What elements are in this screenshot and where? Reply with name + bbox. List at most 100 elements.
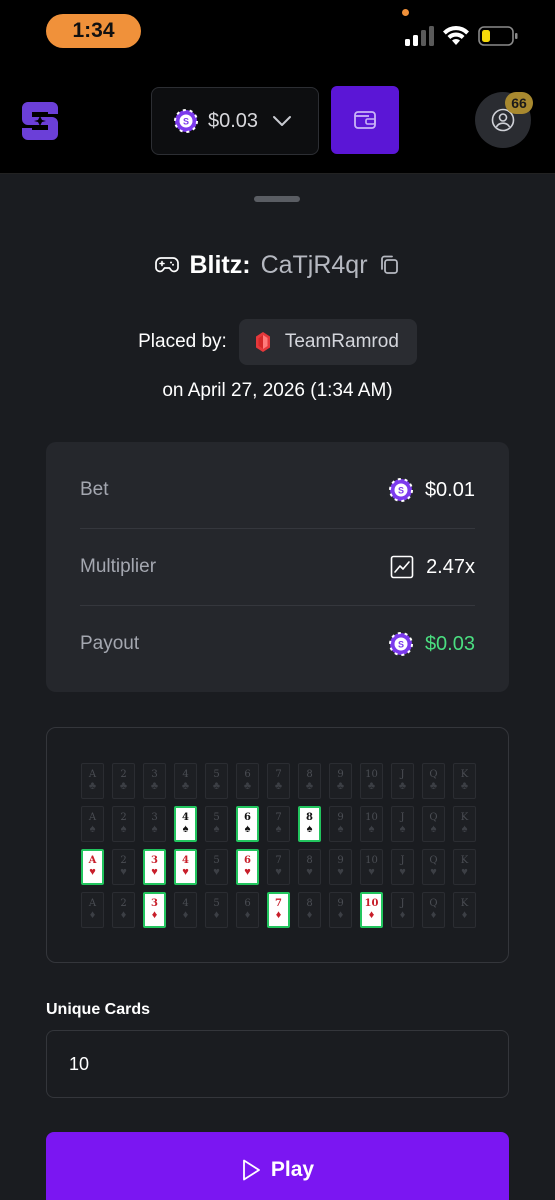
copy-icon[interactable] (378, 254, 400, 276)
card-3-diamonds-selected[interactable]: 3 ♦ (143, 892, 166, 928)
card-a-diamonds[interactable]: A ♦ (81, 892, 104, 928)
card-3-clubs[interactable]: 3 ♣ (143, 763, 166, 799)
stat-row-multiplier: Multiplier 2.47x (80, 529, 475, 605)
card-8-diamonds[interactable]: 8 ♦ (298, 892, 321, 928)
bet-id: CaTjR4qr (260, 250, 368, 279)
gamepad-icon (155, 257, 180, 273)
card-10-diamonds-selected[interactable]: 10 ♦ (360, 892, 383, 928)
card-a-clubs[interactable]: A ♣ (81, 763, 104, 799)
card-j-spades[interactable]: J ♠ (391, 806, 414, 842)
card-rank: 5 (213, 855, 220, 866)
card-8-spades-selected[interactable]: 8 ♠ (298, 806, 321, 842)
card-rank: 8 (306, 898, 313, 909)
card-suit-icon: ♠ (399, 823, 406, 835)
stat-value: 2.47x (426, 555, 475, 578)
card-rank: 4 (182, 812, 189, 823)
card-j-hearts[interactable]: J ♥ (391, 849, 414, 885)
card-8-clubs[interactable]: 8 ♣ (298, 763, 321, 799)
user-chip[interactable]: TeamRamrod (238, 319, 417, 365)
card-5-spades[interactable]: 5 ♠ (205, 806, 228, 842)
card-10-spades[interactable]: 10 ♠ (360, 806, 383, 842)
card-2-diamonds[interactable]: 2 ♦ (112, 892, 135, 928)
card-suit-icon: ♥ (213, 866, 220, 878)
card-10-hearts[interactable]: 10 ♥ (360, 849, 383, 885)
card-4-clubs[interactable]: 4 ♣ (174, 763, 197, 799)
card-4-hearts-selected[interactable]: 4 ♥ (174, 849, 197, 885)
card-rank: 6 (244, 812, 251, 823)
card-suit-icon: ♣ (460, 780, 469, 792)
card-6-diamonds[interactable]: 6 ♦ (236, 892, 259, 928)
card-suit-icon: ♣ (212, 780, 221, 792)
card-rank: J (400, 812, 405, 823)
card-a-hearts-selected[interactable]: A ♥ (81, 849, 104, 885)
card-k-clubs[interactable]: K ♣ (453, 763, 476, 799)
unique-cards-input[interactable] (46, 1030, 509, 1098)
card-3-spades[interactable]: 3 ♠ (143, 806, 166, 842)
card-suit-icon: ♣ (243, 780, 252, 792)
stat-label: Bet (80, 479, 109, 500)
card-10-clubs[interactable]: 10 ♣ (360, 763, 383, 799)
card-suit-icon: ♣ (88, 780, 97, 792)
card-suit-icon: ♥ (182, 866, 189, 878)
balance-selector[interactable]: S $0.03 (151, 87, 319, 155)
card-7-clubs[interactable]: 7 ♣ (267, 763, 290, 799)
card-rank: 3 (151, 769, 158, 780)
card-a-spades[interactable]: A ♠ (81, 806, 104, 842)
card-suit-icon: ♦ (120, 909, 127, 921)
card-k-diamonds[interactable]: K ♦ (453, 892, 476, 928)
play-button[interactable]: Play (46, 1132, 509, 1200)
card-6-clubs[interactable]: 6 ♣ (236, 763, 259, 799)
card-suit-icon: ♠ (337, 823, 344, 835)
card-rank: 6 (244, 855, 251, 866)
card-6-spades-selected[interactable]: 6 ♠ (236, 806, 259, 842)
card-grid: A ♣ 2 ♣ 3 ♣ 4 ♣ 5 ♣ 6 ♣ 7 ♣ 8 ♣ 9 ♣ 10 ♣ J ♣ Q ♣ K ♣ A ♠ 2 ♠ 3 ♠ 4 ♠ 5 ♠ 6 ♠ 7… (81, 763, 476, 928)
card-7-diamonds-selected[interactable]: 7 ♦ (267, 892, 290, 928)
card-j-diamonds[interactable]: J ♦ (391, 892, 414, 928)
card-9-clubs[interactable]: 9 ♣ (329, 763, 352, 799)
app-header: S $0.03 66 (0, 68, 555, 174)
card-2-spades[interactable]: 2 ♠ (112, 806, 135, 842)
card-rank: 8 (306, 812, 313, 823)
card-q-clubs[interactable]: Q ♣ (422, 763, 445, 799)
card-8-hearts[interactable]: 8 ♥ (298, 849, 321, 885)
card-2-hearts[interactable]: 2 ♥ (112, 849, 135, 885)
card-2-clubs[interactable]: 2 ♣ (112, 763, 135, 799)
card-7-hearts[interactable]: 7 ♥ (267, 849, 290, 885)
card-k-spades[interactable]: K ♠ (453, 806, 476, 842)
card-rank: J (400, 855, 405, 866)
card-j-clubs[interactable]: J ♣ (391, 763, 414, 799)
card-suit-icon: ♣ (367, 780, 376, 792)
card-suit-icon: ♦ (244, 909, 251, 921)
card-k-hearts[interactable]: K ♥ (453, 849, 476, 885)
card-suit-icon: ♠ (89, 823, 96, 835)
card-9-hearts[interactable]: 9 ♥ (329, 849, 352, 885)
card-3-hearts-selected[interactable]: 3 ♥ (143, 849, 166, 885)
coin-icon: S (388, 632, 413, 656)
card-q-diamonds[interactable]: Q ♦ (422, 892, 445, 928)
card-6-hearts-selected[interactable]: 6 ♥ (236, 849, 259, 885)
card-rank: 8 (306, 855, 313, 866)
play-icon (242, 1159, 260, 1181)
card-5-diamonds[interactable]: 5 ♦ (205, 892, 228, 928)
card-5-hearts[interactable]: 5 ♥ (205, 849, 228, 885)
coin-icon: S (388, 478, 413, 502)
app-logo-icon[interactable] (20, 100, 60, 142)
card-q-hearts[interactable]: Q ♥ (422, 849, 445, 885)
card-5-clubs[interactable]: 5 ♣ (205, 763, 228, 799)
card-7-spades[interactable]: 7 ♠ (267, 806, 290, 842)
wifi-icon (443, 25, 469, 45)
stat-label: Payout (80, 633, 140, 654)
privacy-dot-icon (402, 9, 409, 16)
card-4-diamonds[interactable]: 4 ♦ (174, 892, 197, 928)
bet-stats-card: Bet S $0.01 Multiplier 2.47x Payout S $0… (46, 442, 509, 692)
wallet-button[interactable] (331, 86, 399, 154)
card-suit-icon: ♥ (120, 866, 127, 878)
sheet-drag-handle[interactable] (254, 196, 300, 202)
card-9-diamonds[interactable]: 9 ♦ (329, 892, 352, 928)
coin-icon: S (174, 109, 198, 133)
card-4-spades-selected[interactable]: 4 ♠ (174, 806, 197, 842)
card-9-spades[interactable]: 9 ♠ (329, 806, 352, 842)
card-rank: 5 (213, 898, 220, 909)
card-q-spades[interactable]: Q ♠ (422, 806, 445, 842)
card-rank: 7 (275, 812, 282, 823)
